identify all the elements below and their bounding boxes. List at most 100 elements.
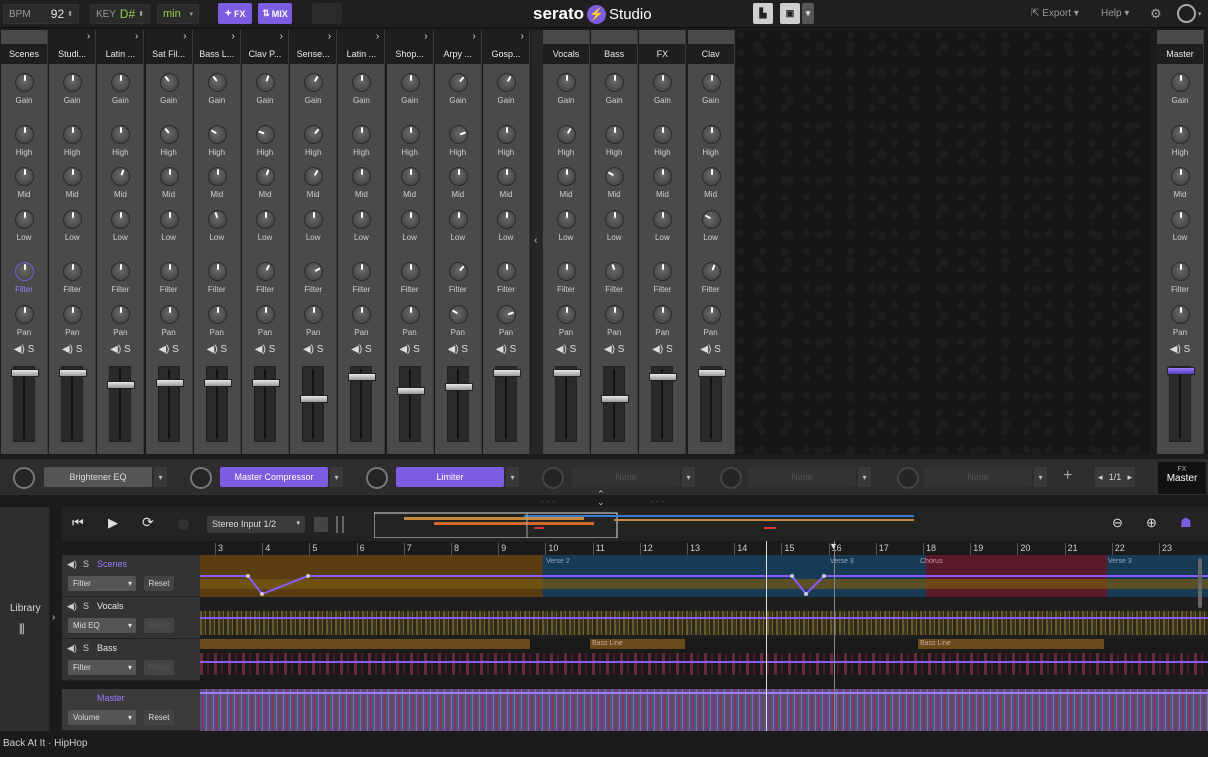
speaker-icon[interactable]: ◀) xyxy=(604,344,618,355)
screen-icon[interactable]: ▣ xyxy=(780,3,800,24)
fx-slot-6-knob[interactable] xyxy=(897,467,919,489)
pan-knob[interactable] xyxy=(352,305,372,324)
filter-knob[interactable] xyxy=(352,262,372,281)
fader-cap[interactable] xyxy=(1167,367,1195,375)
export-menu[interactable]: ⇱ Export ▾ xyxy=(1031,8,1079,19)
solo-button[interactable]: S xyxy=(76,344,83,355)
solo-button[interactable]: S xyxy=(461,344,468,355)
pan-knob[interactable] xyxy=(111,305,131,324)
key-field[interactable]: KEY D# ⬍ xyxy=(90,4,150,24)
high-knob[interactable] xyxy=(653,125,673,144)
automation-param-select[interactable]: Volume ▾ xyxy=(68,710,136,725)
solo-button[interactable]: S xyxy=(83,601,89,611)
help-menu[interactable]: Help ▾ xyxy=(1101,8,1129,19)
gear-icon[interactable]: ⚙ xyxy=(1150,6,1162,22)
filter-knob[interactable] xyxy=(63,262,83,281)
fader-cap[interactable] xyxy=(252,379,280,387)
speaker-icon[interactable]: ◀) xyxy=(110,344,124,355)
playhead[interactable] xyxy=(766,541,767,731)
low-knob[interactable] xyxy=(352,210,372,229)
gain-knob[interactable] xyxy=(701,73,721,92)
lane-scenes[interactable]: Verse 2 Verse 3 Chorus Verse 3 xyxy=(200,555,1208,597)
stepper-icon[interactable]: ⬍ xyxy=(138,10,144,18)
reset-button[interactable]: Reset xyxy=(144,618,174,633)
gain-knob[interactable] xyxy=(203,69,231,96)
automation-param-select[interactable]: Filter ▾ xyxy=(68,576,136,591)
fader-cap[interactable] xyxy=(300,395,329,403)
low-knob[interactable] xyxy=(304,210,324,229)
speaker-icon[interactable]: ◀) xyxy=(1170,344,1184,355)
pan-knob[interactable] xyxy=(605,305,625,324)
volume-fader[interactable] xyxy=(649,366,678,442)
speaker-icon[interactable]: ◀) xyxy=(158,344,172,355)
solo-button[interactable]: S xyxy=(83,643,89,653)
volume-fader[interactable] xyxy=(59,366,88,442)
fader-cap[interactable] xyxy=(59,369,88,377)
solo-button[interactable]: S xyxy=(172,344,179,355)
volume-fader[interactable] xyxy=(11,366,39,442)
chevron-right-icon[interactable]: › xyxy=(145,30,192,44)
speaker-icon[interactable]: ◀) xyxy=(351,344,365,355)
low-knob[interactable] xyxy=(1171,210,1190,229)
pause-lane-icon[interactable] xyxy=(336,516,344,533)
mid-knob[interactable] xyxy=(207,167,227,186)
low-knob[interactable] xyxy=(653,210,673,229)
gain-knob[interactable] xyxy=(63,73,83,92)
library-toggle[interactable]: Library ⫼ xyxy=(0,507,50,731)
high-knob[interactable] xyxy=(155,121,183,148)
chevron-right-icon[interactable]: › xyxy=(49,30,96,44)
automation-param-select[interactable]: Filter ▾ xyxy=(68,660,136,675)
high-knob[interactable] xyxy=(553,121,580,148)
mid-knob[interactable] xyxy=(497,167,516,186)
loop-icon[interactable]: ⟳ xyxy=(142,514,154,531)
fx-slot-6-select[interactable]: None xyxy=(924,467,1032,487)
metronome-icon[interactable] xyxy=(314,517,328,532)
fx-master-target[interactable]: FX Master xyxy=(1158,462,1206,494)
record-icon[interactable] xyxy=(178,519,189,530)
solo-button[interactable]: S xyxy=(317,344,324,355)
lane-vocals[interactable] xyxy=(200,597,1208,639)
gain-knob[interactable] xyxy=(15,73,34,92)
fader-cap[interactable] xyxy=(11,369,39,377)
mid-knob[interactable] xyxy=(108,164,134,189)
fx-slot-3-select[interactable]: Limiter xyxy=(396,467,504,487)
pan-knob[interactable] xyxy=(1171,305,1190,324)
gain-knob[interactable] xyxy=(253,70,278,95)
panel-resize-handle[interactable]: ⌃ ⌄ xyxy=(597,490,605,507)
speaker-icon[interactable]: ◀) xyxy=(399,344,413,355)
solo-button[interactable]: S xyxy=(269,344,276,355)
high-knob[interactable] xyxy=(497,125,516,144)
pan-knob[interactable] xyxy=(557,305,576,324)
pan-knob[interactable] xyxy=(445,301,472,328)
pan-knob[interactable] xyxy=(63,305,83,324)
pan-knob[interactable] xyxy=(256,305,275,324)
chevron-down-icon[interactable]: ▾ xyxy=(802,3,814,24)
gain-knob[interactable] xyxy=(111,73,131,92)
volume-fader[interactable] xyxy=(1167,366,1195,442)
filter-knob[interactable] xyxy=(400,262,420,281)
fx-slot-5-select[interactable]: None xyxy=(748,467,856,487)
channel-name[interactable]: Latin ... xyxy=(97,44,144,64)
low-knob[interactable] xyxy=(557,210,576,229)
solo-button[interactable]: S xyxy=(666,344,673,355)
fx-pager[interactable]: ◂ 1/1 ▸ xyxy=(1095,467,1135,487)
pan-knob[interactable] xyxy=(15,305,34,324)
chevron-down-icon[interactable]: ▾ xyxy=(1034,467,1047,487)
automation-curve[interactable] xyxy=(200,555,1208,597)
volume-fader[interactable] xyxy=(348,366,377,442)
zoom-in-icon[interactable]: ⊕ xyxy=(1146,515,1157,531)
fader-cap[interactable] xyxy=(493,369,521,377)
high-knob[interactable] xyxy=(253,122,278,147)
volume-fader[interactable] xyxy=(155,366,184,442)
speaker-icon[interactable]: ◀) xyxy=(207,344,221,355)
mid-knob[interactable] xyxy=(63,167,83,186)
pan-knob[interactable] xyxy=(159,305,179,324)
chevron-right-icon[interactable]: › xyxy=(97,30,144,44)
pan-knob[interactable] xyxy=(400,305,420,324)
volume-fader[interactable] xyxy=(697,366,726,442)
fx-slot-5-knob[interactable] xyxy=(720,467,742,489)
fx-slot-3-knob[interactable] xyxy=(366,467,388,489)
channel-name[interactable]: Master xyxy=(1157,44,1203,64)
channel-name[interactable]: Clav xyxy=(687,44,734,64)
cue-marker[interactable] xyxy=(834,541,835,731)
